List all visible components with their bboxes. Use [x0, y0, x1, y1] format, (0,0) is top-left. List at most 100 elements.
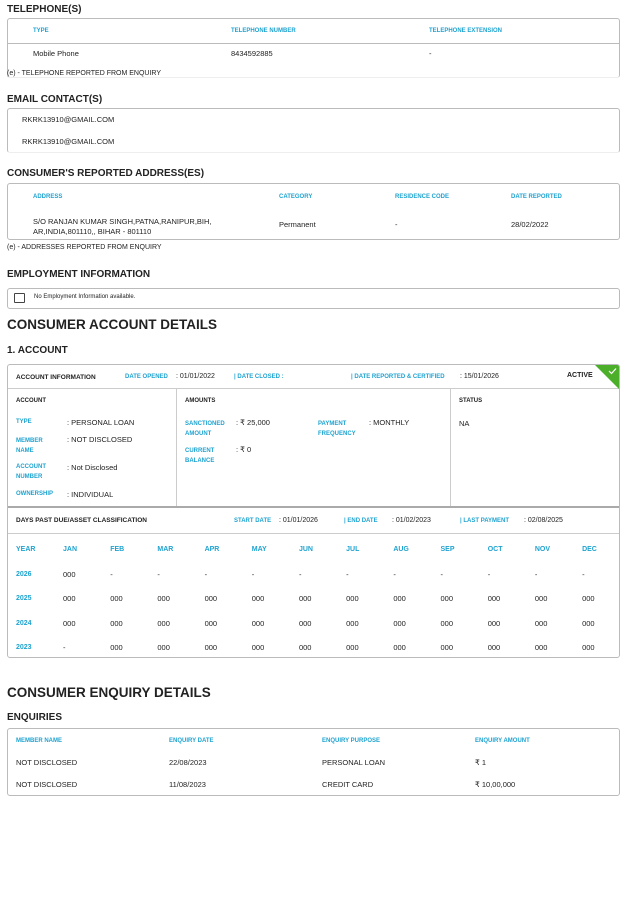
last-payment-label: | LAST PAYMENT	[460, 518, 510, 524]
dpd-cell: 000	[110, 618, 123, 628]
dpd-cell: 000	[346, 594, 359, 603]
dpd-cell: 000	[157, 643, 170, 652]
employment-title: EMPLOYMENT INFORMATION	[7, 269, 151, 280]
dpd-cell: 000	[440, 643, 454, 652]
dpd-cell: 000	[251, 618, 265, 628]
dpd-col-header: MAY	[251, 546, 267, 553]
enquiry-col-header: ENQUIRY AMOUNT	[475, 738, 530, 744]
account-heading: ACCOUNT	[16, 398, 46, 404]
dpd-cell: 000	[157, 618, 170, 628]
dpd-cell: -	[440, 569, 444, 579]
email-item: RKRK13910@GMAIL.COM	[22, 115, 115, 124]
employment-box: No Employment Information available.	[7, 288, 620, 309]
ownership-label: OWNERSHIP	[16, 491, 54, 497]
dpd-col-header: MAR	[157, 546, 174, 553]
col-category: CATEGORY	[279, 194, 313, 200]
col-telephone-extension: TELEPHONE EXTENSION	[429, 28, 503, 34]
dpd-heading: DAYS PAST DUE/ASSET CLASSIFICATION	[16, 517, 147, 524]
enquiry-details-title: CONSUMER ENQUIRY DETAILS	[7, 685, 211, 700]
amounts-heading: AMOUNTS	[185, 398, 216, 404]
dpd-year: 2025	[16, 595, 32, 602]
emails-box: RKRK13910@GMAIL.COM RKRK13910@GMAIL.COM	[7, 108, 620, 153]
type-label: TYPE	[16, 419, 32, 425]
dpd-cell: 000	[534, 618, 548, 628]
status-badge: ACTIVE	[567, 372, 593, 379]
account-card: ACCOUNT INFORMATION DATE OPENED : 01/01/…	[7, 364, 620, 658]
dpd-col-header: JUL	[346, 546, 360, 553]
enquiries-table: MEMBER NAME ENQUIRY DATE ENQUIRY PURPOSE EN…	[7, 728, 620, 796]
date-opened: : 01/01/2022	[176, 373, 215, 380]
dpd-col-header: APR	[204, 546, 220, 553]
dpd-cell: -	[534, 569, 538, 579]
dpd-cell: 000	[534, 594, 548, 603]
dpd-col-header: OCT	[487, 546, 503, 553]
enquiry-col-header: ENQUIRY DATE	[169, 738, 214, 744]
dpd-cell: 000	[487, 643, 501, 652]
phone-number: 8434592885	[231, 49, 273, 58]
dpd-grid: YEAR JAN FEB MAR APR MAY JUN JUL AUG SEP OCT NOV DEC…	[16, 543, 616, 657]
dpd-cell: -	[157, 569, 160, 579]
ownership: : INDIVIDUAL	[67, 490, 114, 499]
dpd-cell: 000	[346, 643, 359, 652]
briefcase-info-icon	[14, 293, 25, 303]
dpd-cell: 000	[298, 618, 312, 628]
end-date-label-text: END DATE	[347, 518, 378, 524]
frequency-value: MONTHLY	[373, 418, 410, 427]
enquiry-cell: ₹ 1	[475, 758, 487, 767]
dpd-cell: 000	[110, 643, 123, 652]
enquiry-cell: PERSONAL LOAN	[322, 758, 386, 767]
dpd-cell: -	[251, 569, 255, 579]
status-heading: STATUS	[459, 398, 483, 404]
dpd-cell: 000	[393, 594, 406, 603]
dpd-cell: 000	[251, 594, 265, 603]
account-type: : PERSONAL LOAN	[67, 418, 135, 427]
date-reported-label: | DATE REPORTED & CERTIFIED	[351, 374, 445, 380]
dpd-col-header: SEP	[440, 546, 455, 553]
dpd-cell: 000	[393, 643, 406, 652]
dpd-cell: 000	[582, 594, 595, 603]
emails-title: EMAIL CONTACT(S)	[7, 94, 103, 105]
dpd-cell: 000	[110, 594, 123, 603]
member-name: : NOT DISCLOSED	[67, 435, 133, 444]
account-number-label: ACCOUNT NUMBER	[16, 464, 46, 480]
dpd-col-header: NOV	[534, 546, 551, 553]
balance-label: CURRENT BALANCE	[185, 448, 215, 464]
account-details-title: CONSUMER ACCOUNT DETAILS	[7, 317, 217, 332]
dpd-cell: 000	[393, 618, 406, 628]
end-date-label: | END DATE	[344, 518, 378, 524]
dpd-cell: -	[487, 569, 491, 579]
last-payment-label-text: LAST PAYMENT	[463, 518, 510, 524]
account-info-label: ACCOUNT INFORMATION	[16, 374, 96, 381]
account-info-bar: ACCOUNT INFORMATION DATE OPENED : 01/01/…	[8, 365, 619, 389]
telephones-table: TYPE TELEPHONE NUMBER TELEPHONE EXTENSIO…	[7, 18, 620, 78]
account-number: : Not Disclosed	[67, 463, 118, 472]
start-date-label: START DATE	[234, 518, 272, 524]
check-icon	[595, 365, 619, 389]
member-label: MEMBER NAME	[16, 438, 43, 454]
dpd-cell: 000	[204, 643, 218, 652]
balance-value: ₹ 0	[240, 445, 252, 454]
dpd-year: 2026	[16, 570, 32, 578]
enquiries-title: ENQUIRIES	[7, 712, 63, 723]
dpd-cell: -	[582, 569, 585, 579]
date-reported-label-text: DATE REPORTED & CERTIFIED	[354, 374, 445, 380]
dpd-bar: DAYS PAST DUE/ASSET CLASSIFICATION START…	[8, 508, 619, 534]
col-date-reported: DATE REPORTED	[511, 194, 562, 200]
payment-frequency: : MONTHLY	[369, 418, 410, 427]
date-closed-label: | DATE CLOSED :	[234, 374, 284, 380]
dpd-cell: 000	[204, 594, 218, 603]
dpd-col-header: AUG	[393, 546, 409, 553]
dpd-cell: 000	[346, 618, 359, 628]
email-item: RKRK13910@GMAIL.COM	[22, 137, 115, 146]
dpd-cell: 000	[487, 618, 501, 628]
dpd-cell: -	[346, 569, 349, 579]
dpd-cell: 000	[63, 618, 76, 628]
dpd-col-header: YEAR	[16, 546, 36, 553]
date-opened-label: DATE OPENED	[125, 374, 168, 380]
dpd-cell: -	[393, 569, 396, 579]
dpd-cell: 000	[582, 618, 595, 628]
employment-message: No Employment Information available.	[34, 294, 136, 300]
dpd-cell: 000	[487, 594, 501, 603]
telephones-title: TELEPHONE(S)	[7, 4, 82, 15]
enquiry-cell: 11/08/2023	[169, 780, 206, 789]
